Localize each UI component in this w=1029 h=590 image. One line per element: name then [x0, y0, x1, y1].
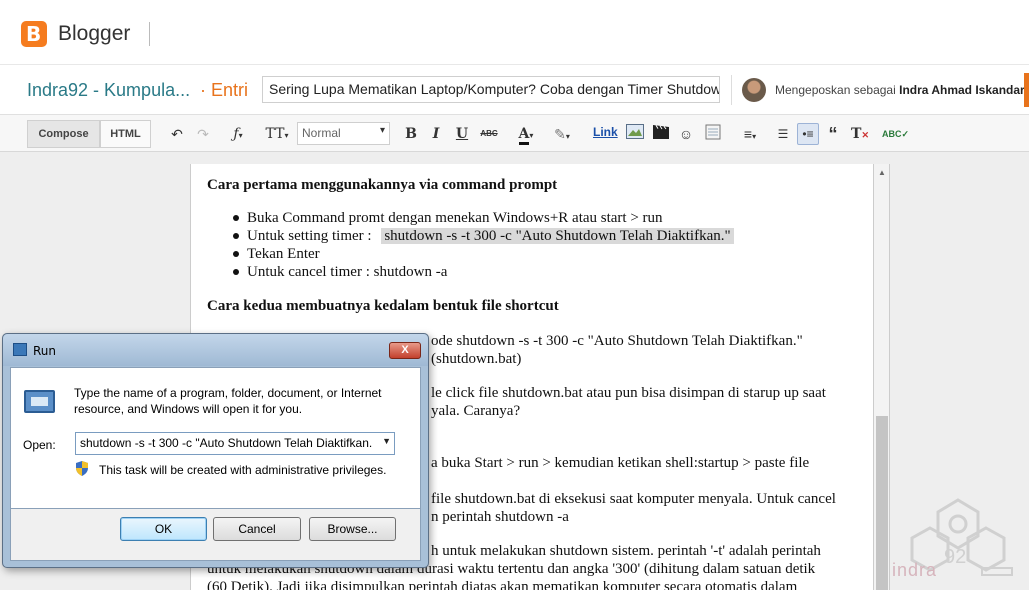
- paragraph-line: (60 Detik). Jadi jika disimpulkan perint…: [207, 579, 798, 590]
- run-title-bar[interactable]: Run X: [3, 334, 428, 366]
- publish-button-edge[interactable]: [1024, 73, 1029, 107]
- run-dialog: Run X Type the name of a program, folder…: [2, 333, 429, 568]
- open-command-input[interactable]: shutdown -s -t 300 -c "Auto Shutdown Tel…: [75, 432, 395, 455]
- run-app-icon: [13, 343, 27, 356]
- paragraph-line: le click file shutdown.bat atau pun bisa…: [431, 385, 826, 401]
- jump-break-icon[interactable]: [703, 124, 723, 144]
- highlighted-command: shutdown -s -t 300 -c "Auto Shutdown Tel…: [381, 228, 734, 244]
- editor-toolbar: Compose HTML ↶ ↷ ƒ▾ TT▾ Normal ▾ B I U A…: [0, 114, 1029, 152]
- list-item: Buka Command promt dengan menekan Window…: [247, 210, 663, 226]
- undo-icon[interactable]: ↶: [168, 124, 186, 144]
- header-divider: [149, 22, 150, 46]
- browse-button[interactable]: Browse...: [309, 517, 396, 541]
- entry-separator: ·: [200, 80, 206, 100]
- list-item: Untuk cancel timer : shutdown -a: [247, 264, 448, 280]
- run-dialog-title: Run: [33, 344, 57, 358]
- text-color-icon[interactable]: A▾: [512, 124, 540, 145]
- list-bullet: [233, 251, 239, 257]
- editor-heading-2: Cara kedua membuatnya kedalam bentuk fil…: [207, 298, 559, 314]
- strikethrough-icon[interactable]: ABC: [479, 124, 499, 144]
- paragraph-format-select[interactable]: Normal ▾: [297, 122, 390, 145]
- blog-name-text: Indra92 - Kumpula...: [27, 80, 191, 100]
- uac-shield-icon: [76, 461, 88, 476]
- brand-name[interactable]: Blogger: [58, 21, 130, 47]
- watermark-text: indra: [892, 560, 938, 580]
- editor-heading-1: Cara pertama menggunakannya via command …: [207, 176, 557, 194]
- cancel-button[interactable]: Cancel: [213, 517, 301, 541]
- run-program-icon: [24, 390, 55, 413]
- postbar-divider: [731, 75, 732, 105]
- list-item-label: Untuk setting timer :: [247, 228, 372, 244]
- paragraph-line: h untuk melakukan shutdown sistem. perin…: [431, 543, 821, 559]
- post-title-input[interactable]: Sering Lupa Mematikan Laptop/Komputer? C…: [262, 76, 720, 103]
- admin-privileges-note: This task will be created with administr…: [99, 463, 387, 477]
- insert-image-icon[interactable]: [625, 124, 645, 144]
- alignment-icon[interactable]: ≡▾: [735, 124, 765, 144]
- numbered-list-icon[interactable]: ☰: [773, 124, 793, 144]
- insert-video-icon[interactable]: [651, 124, 671, 144]
- close-icon[interactable]: X: [389, 342, 421, 359]
- paragraph-line: yala. Caranya?: [431, 403, 521, 419]
- paragraph-line: n perintah shutdown -a: [431, 509, 569, 525]
- ok-button[interactable]: OK: [120, 517, 207, 541]
- list-bullet: [233, 233, 239, 239]
- open-command-value: shutdown -s -t 300 -c "Auto Shutdown Tel…: [80, 436, 373, 450]
- indra92-watermark: indra 92: [890, 490, 1025, 590]
- quote-icon[interactable]: “: [824, 124, 842, 144]
- run-dialog-body: Type the name of a program, folder, docu…: [10, 367, 421, 509]
- blog-name-link[interactable]: Indra92 - Kumpula...: [27, 80, 190, 100]
- heading-1-text: Cara pertama menggunakannya via command …: [207, 177, 558, 193]
- format-value: Normal: [302, 126, 341, 140]
- scroll-up-icon[interactable]: ▲: [878, 168, 886, 177]
- posting-user-name: Indra Ahmad Iskandar: [899, 83, 1025, 97]
- entry-label: · Entri: [200, 80, 248, 100]
- list-item: Tekan Enter: [247, 246, 320, 262]
- chevron-down-icon: ▾: [379, 125, 385, 136]
- user-avatar[interactable]: [742, 78, 766, 102]
- paragraph-line: (shutdown.bat): [431, 351, 522, 367]
- html-mode-button[interactable]: HTML: [100, 120, 151, 148]
- entry-text: Entri: [211, 80, 249, 100]
- paragraph-line: ode shutdown -s -t 300 -c "Auto Shutdown…: [431, 333, 803, 349]
- emoji-icon[interactable]: ☺: [677, 124, 695, 144]
- chevron-down-icon[interactable]: ▼: [382, 436, 391, 446]
- underline-icon[interactable]: U: [455, 124, 469, 144]
- font-size-icon[interactable]: TT▾: [262, 124, 292, 144]
- spellcheck-icon[interactable]: ABC✓: [882, 124, 909, 144]
- list-item: Untuk setting timer : shutdown -s -t 300…: [247, 227, 734, 245]
- blogger-logo-icon[interactable]: B: [21, 21, 47, 47]
- remove-formatting-icon[interactable]: T✕: [851, 124, 869, 144]
- run-description: Type the name of a program, folder, docu…: [74, 386, 382, 416]
- highlight-color-icon[interactable]: ✎▾: [548, 124, 576, 144]
- compose-mode-button[interactable]: Compose: [27, 120, 100, 148]
- bulleted-list-icon[interactable]: •≡: [797, 123, 819, 145]
- scroll-thumb[interactable]: [876, 416, 888, 590]
- posting-as-prefix: Mengeposkan sebagai: [775, 83, 896, 97]
- italic-icon[interactable]: I: [429, 124, 443, 144]
- top-header: B Blogger: [0, 0, 1029, 64]
- watermark-number: 92: [944, 546, 967, 568]
- posting-as-text: Mengeposkan sebagai Indra Ahmad Iskandar: [775, 83, 1025, 97]
- paragraph-line: file shutdown.bat di eksekusi saat kompu…: [431, 491, 836, 507]
- redo-icon[interactable]: ↷: [194, 124, 212, 144]
- open-label: Open:: [23, 438, 56, 452]
- post-bar: Indra92 - Kumpula... · Entri Sering Lupa…: [0, 64, 1029, 114]
- insert-link-button[interactable]: Link: [593, 125, 618, 139]
- editor-scrollbar[interactable]: ▲: [874, 164, 890, 590]
- font-family-icon[interactable]: ƒ▾: [226, 124, 250, 144]
- list-bullet: [233, 269, 239, 275]
- list-bullet: [233, 215, 239, 221]
- paragraph-line: a buka Start > run > kemudian ketikan sh…: [431, 455, 810, 471]
- bold-icon[interactable]: B: [403, 124, 419, 144]
